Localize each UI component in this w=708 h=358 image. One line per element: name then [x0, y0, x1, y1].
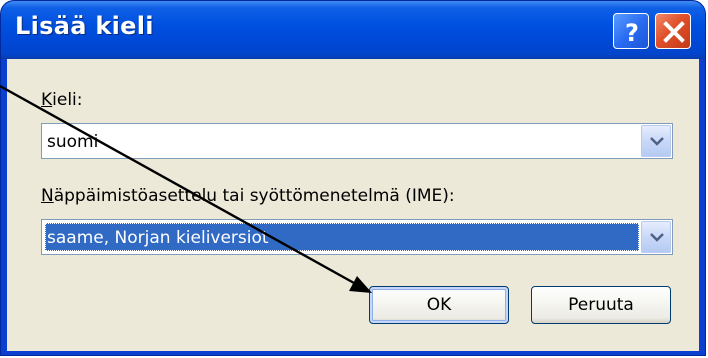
cancel-button[interactable]: Peruuta: [531, 286, 671, 324]
title-bar[interactable]: Lisää kieli ?: [1, 1, 705, 59]
language-label-text: ieli:: [52, 90, 83, 110]
ime-label-mnemonic: N: [41, 186, 54, 206]
ok-button[interactable]: OK: [369, 286, 509, 324]
chevron-down-icon: [650, 137, 664, 146]
language-dropdown-button[interactable]: [641, 125, 671, 157]
ime-label: Näppäimistöasettelu tai syöttömenetelmä …: [41, 186, 455, 206]
chevron-down-icon: [650, 233, 664, 242]
help-icon: ?: [625, 19, 639, 47]
ime-dropdown[interactable]: saame, Norjan kieliversiot: [41, 219, 673, 255]
language-dropdown[interactable]: suomi: [41, 123, 673, 159]
ime-dropdown-button[interactable]: [641, 221, 671, 253]
language-dropdown-value: suomi: [47, 132, 99, 152]
dialog-window: Lisää kieli ? Kieli: suomi Näppäimistöas…: [0, 0, 706, 356]
ime-label-text: äppäimistöasettelu tai syöttömenetelmä (…: [53, 186, 455, 206]
dialog-title: Lisää kieli: [15, 12, 154, 40]
close-icon: [663, 21, 685, 43]
page: Lisää kieli ? Kieli: suomi Näppäimistöas…: [0, 0, 708, 358]
language-label-mnemonic: K: [41, 90, 53, 110]
help-glyph: ?: [625, 19, 639, 47]
help-button[interactable]: ?: [613, 13, 649, 49]
dialog-body: Kieli: suomi Näppäimistöasettelu tai syö…: [7, 59, 699, 351]
language-label: Kieli:: [41, 90, 83, 110]
ime-dropdown-value: saame, Norjan kieliversiot: [47, 228, 269, 248]
close-button[interactable]: [655, 13, 691, 49]
